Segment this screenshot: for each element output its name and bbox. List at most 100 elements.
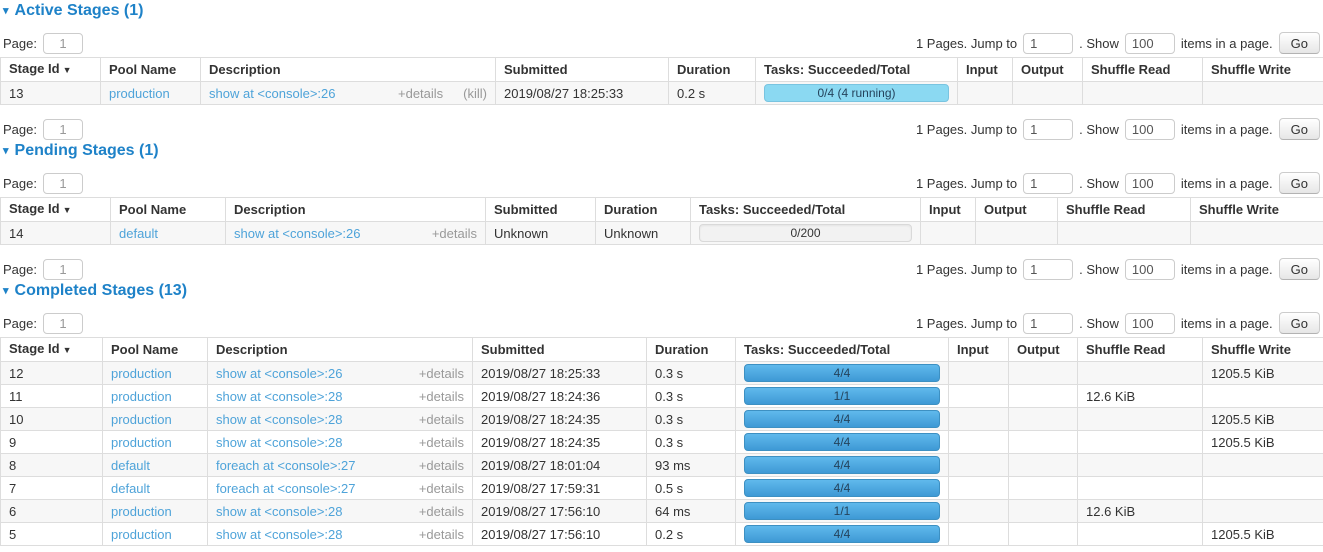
cell-pool-name-link[interactable]: production [111, 504, 172, 519]
show-count-input[interactable] [1125, 173, 1175, 194]
column-header-input[interactable]: Input [958, 58, 1013, 82]
details-toggle[interactable]: +details [419, 435, 464, 450]
column-header-shuffle-read[interactable]: Shuffle Read [1058, 198, 1191, 222]
description-link[interactable]: show at <console>:26 [209, 86, 335, 101]
cell-duration: 0.3 s [647, 431, 736, 454]
go-button[interactable]: Go [1279, 258, 1320, 280]
go-button[interactable]: Go [1279, 312, 1320, 334]
column-header-duration[interactable]: Duration [647, 338, 736, 362]
cell-pool-name-link[interactable]: production [111, 412, 172, 427]
column-header-stage-id[interactable]: Stage Id▼ [1, 338, 103, 362]
description-link[interactable]: foreach at <console>:27 [216, 481, 356, 496]
description-link[interactable]: show at <console>:28 [216, 389, 342, 404]
cell-pool-name-link[interactable]: production [111, 366, 172, 381]
cell-shuffle-write: 1205.5 KiB [1203, 362, 1323, 385]
column-header-label: Submitted [494, 202, 558, 217]
column-header-output[interactable]: Output [1009, 338, 1078, 362]
show-count-input[interactable] [1125, 313, 1175, 334]
column-header-duration[interactable]: Duration [596, 198, 691, 222]
column-header-input[interactable]: Input [921, 198, 976, 222]
column-header-input[interactable]: Input [949, 338, 1009, 362]
cell-duration: 0.3 s [647, 385, 736, 408]
details-toggle[interactable]: +details [419, 389, 464, 404]
description-link[interactable]: foreach at <console>:27 [216, 458, 356, 473]
column-header-shuffle-read[interactable]: Shuffle Read [1078, 338, 1203, 362]
column-header-description[interactable]: Description [201, 58, 496, 82]
page-label: Page: [3, 122, 37, 137]
cell-pool-name-link[interactable]: default [111, 458, 150, 473]
description-link[interactable]: show at <console>:28 [216, 412, 342, 427]
column-header-stage-id[interactable]: Stage Id▼ [1, 58, 101, 82]
description-link[interactable]: show at <console>:26 [216, 366, 342, 381]
page-label: Page: [3, 316, 37, 331]
column-header-tasks-succeeded-total[interactable]: Tasks: Succeeded/Total [691, 198, 921, 222]
section-heading[interactable]: ▾ Active Stages (1) [3, 2, 1323, 20]
page-number-input[interactable] [43, 259, 83, 280]
details-toggle[interactable]: +details [419, 504, 464, 519]
jump-to-input[interactable] [1023, 119, 1073, 140]
column-header-shuffle-write[interactable]: Shuffle Write [1191, 198, 1323, 222]
column-header-output[interactable]: Output [976, 198, 1058, 222]
go-button[interactable]: Go [1279, 118, 1320, 140]
show-label: . Show [1079, 316, 1119, 331]
show-count-input[interactable] [1125, 33, 1175, 54]
cell-submitted: 2019/08/27 18:25:33 [496, 82, 669, 105]
cell-pool-name-link[interactable]: default [111, 481, 150, 496]
jump-to-input[interactable] [1023, 259, 1073, 280]
column-header-shuffle-write[interactable]: Shuffle Write [1203, 58, 1323, 82]
column-header-pool-name[interactable]: Pool Name [111, 198, 226, 222]
column-header-label: Shuffle Read [1086, 342, 1165, 357]
section-heading[interactable]: ▾ Pending Stages (1) [3, 142, 1323, 160]
pages-count-text: 1 Pages. Jump to [916, 316, 1017, 331]
jump-to-input[interactable] [1023, 33, 1073, 54]
column-header-submitted[interactable]: Submitted [473, 338, 647, 362]
section-heading[interactable]: ▾ Completed Stages (13) [3, 282, 1323, 300]
details-toggle[interactable]: +details [419, 366, 464, 381]
column-header-pool-name[interactable]: Pool Name [101, 58, 201, 82]
show-count-input[interactable] [1125, 119, 1175, 140]
column-header-submitted[interactable]: Submitted [496, 58, 669, 82]
details-toggle[interactable]: +details [432, 226, 477, 241]
page-number-input[interactable] [43, 173, 83, 194]
column-header-duration[interactable]: Duration [669, 58, 756, 82]
stages-table: Stage Id▼Pool NameDescription Submitted Du… [0, 197, 1323, 245]
column-header-label: Input [957, 342, 989, 357]
column-header-tasks-succeeded-total[interactable]: Tasks: Succeeded/Total [756, 58, 958, 82]
column-header-output[interactable]: Output [1013, 58, 1083, 82]
column-header-description[interactable]: Description [226, 198, 486, 222]
go-button[interactable]: Go [1279, 172, 1320, 194]
go-button[interactable]: Go [1279, 32, 1320, 54]
column-header-tasks-succeeded-total[interactable]: Tasks: Succeeded/Total [736, 338, 949, 362]
sort-desc-icon: ▼ [63, 65, 72, 75]
column-header-stage-id[interactable]: Stage Id▼ [1, 198, 111, 222]
description-link[interactable]: show at <console>:28 [216, 504, 342, 519]
cell-pool-name-link[interactable]: production [109, 86, 170, 101]
cell-pool-name-link[interactable]: production [111, 389, 172, 404]
details-toggle[interactable]: +details [419, 458, 464, 473]
page-number-input[interactable] [43, 119, 83, 140]
details-toggle[interactable]: +details [419, 412, 464, 427]
page-number-input[interactable] [43, 33, 83, 54]
show-count-input[interactable] [1125, 259, 1175, 280]
kill-link[interactable]: (kill) [463, 86, 487, 101]
jump-to-input[interactable] [1023, 173, 1073, 194]
cell-pool-name-link[interactable]: default [119, 226, 158, 241]
description-link[interactable]: show at <console>:26 [234, 226, 360, 241]
page-number-input[interactable] [43, 313, 83, 334]
cell-pool-name-link[interactable]: production [111, 527, 172, 542]
details-toggle[interactable]: +details [398, 86, 443, 101]
column-header-shuffle-read[interactable]: Shuffle Read [1083, 58, 1203, 82]
task-progress-text: 1/1 [745, 388, 939, 404]
column-header-shuffle-write[interactable]: Shuffle Write [1203, 338, 1323, 362]
details-toggle[interactable]: +details [419, 527, 464, 542]
stages-page: ▾ Active Stages (1) Page: 1 Pages. Jump … [0, 2, 1323, 546]
column-header-label: Submitted [504, 62, 568, 77]
column-header-pool-name[interactable]: Pool Name [103, 338, 208, 362]
column-header-description[interactable]: Description [208, 338, 473, 362]
column-header-submitted[interactable]: Submitted [486, 198, 596, 222]
details-toggle[interactable]: +details [419, 481, 464, 496]
description-link[interactable]: show at <console>:28 [216, 435, 342, 450]
cell-pool-name-link[interactable]: production [111, 435, 172, 450]
jump-to-input[interactable] [1023, 313, 1073, 334]
description-link[interactable]: show at <console>:28 [216, 527, 342, 542]
